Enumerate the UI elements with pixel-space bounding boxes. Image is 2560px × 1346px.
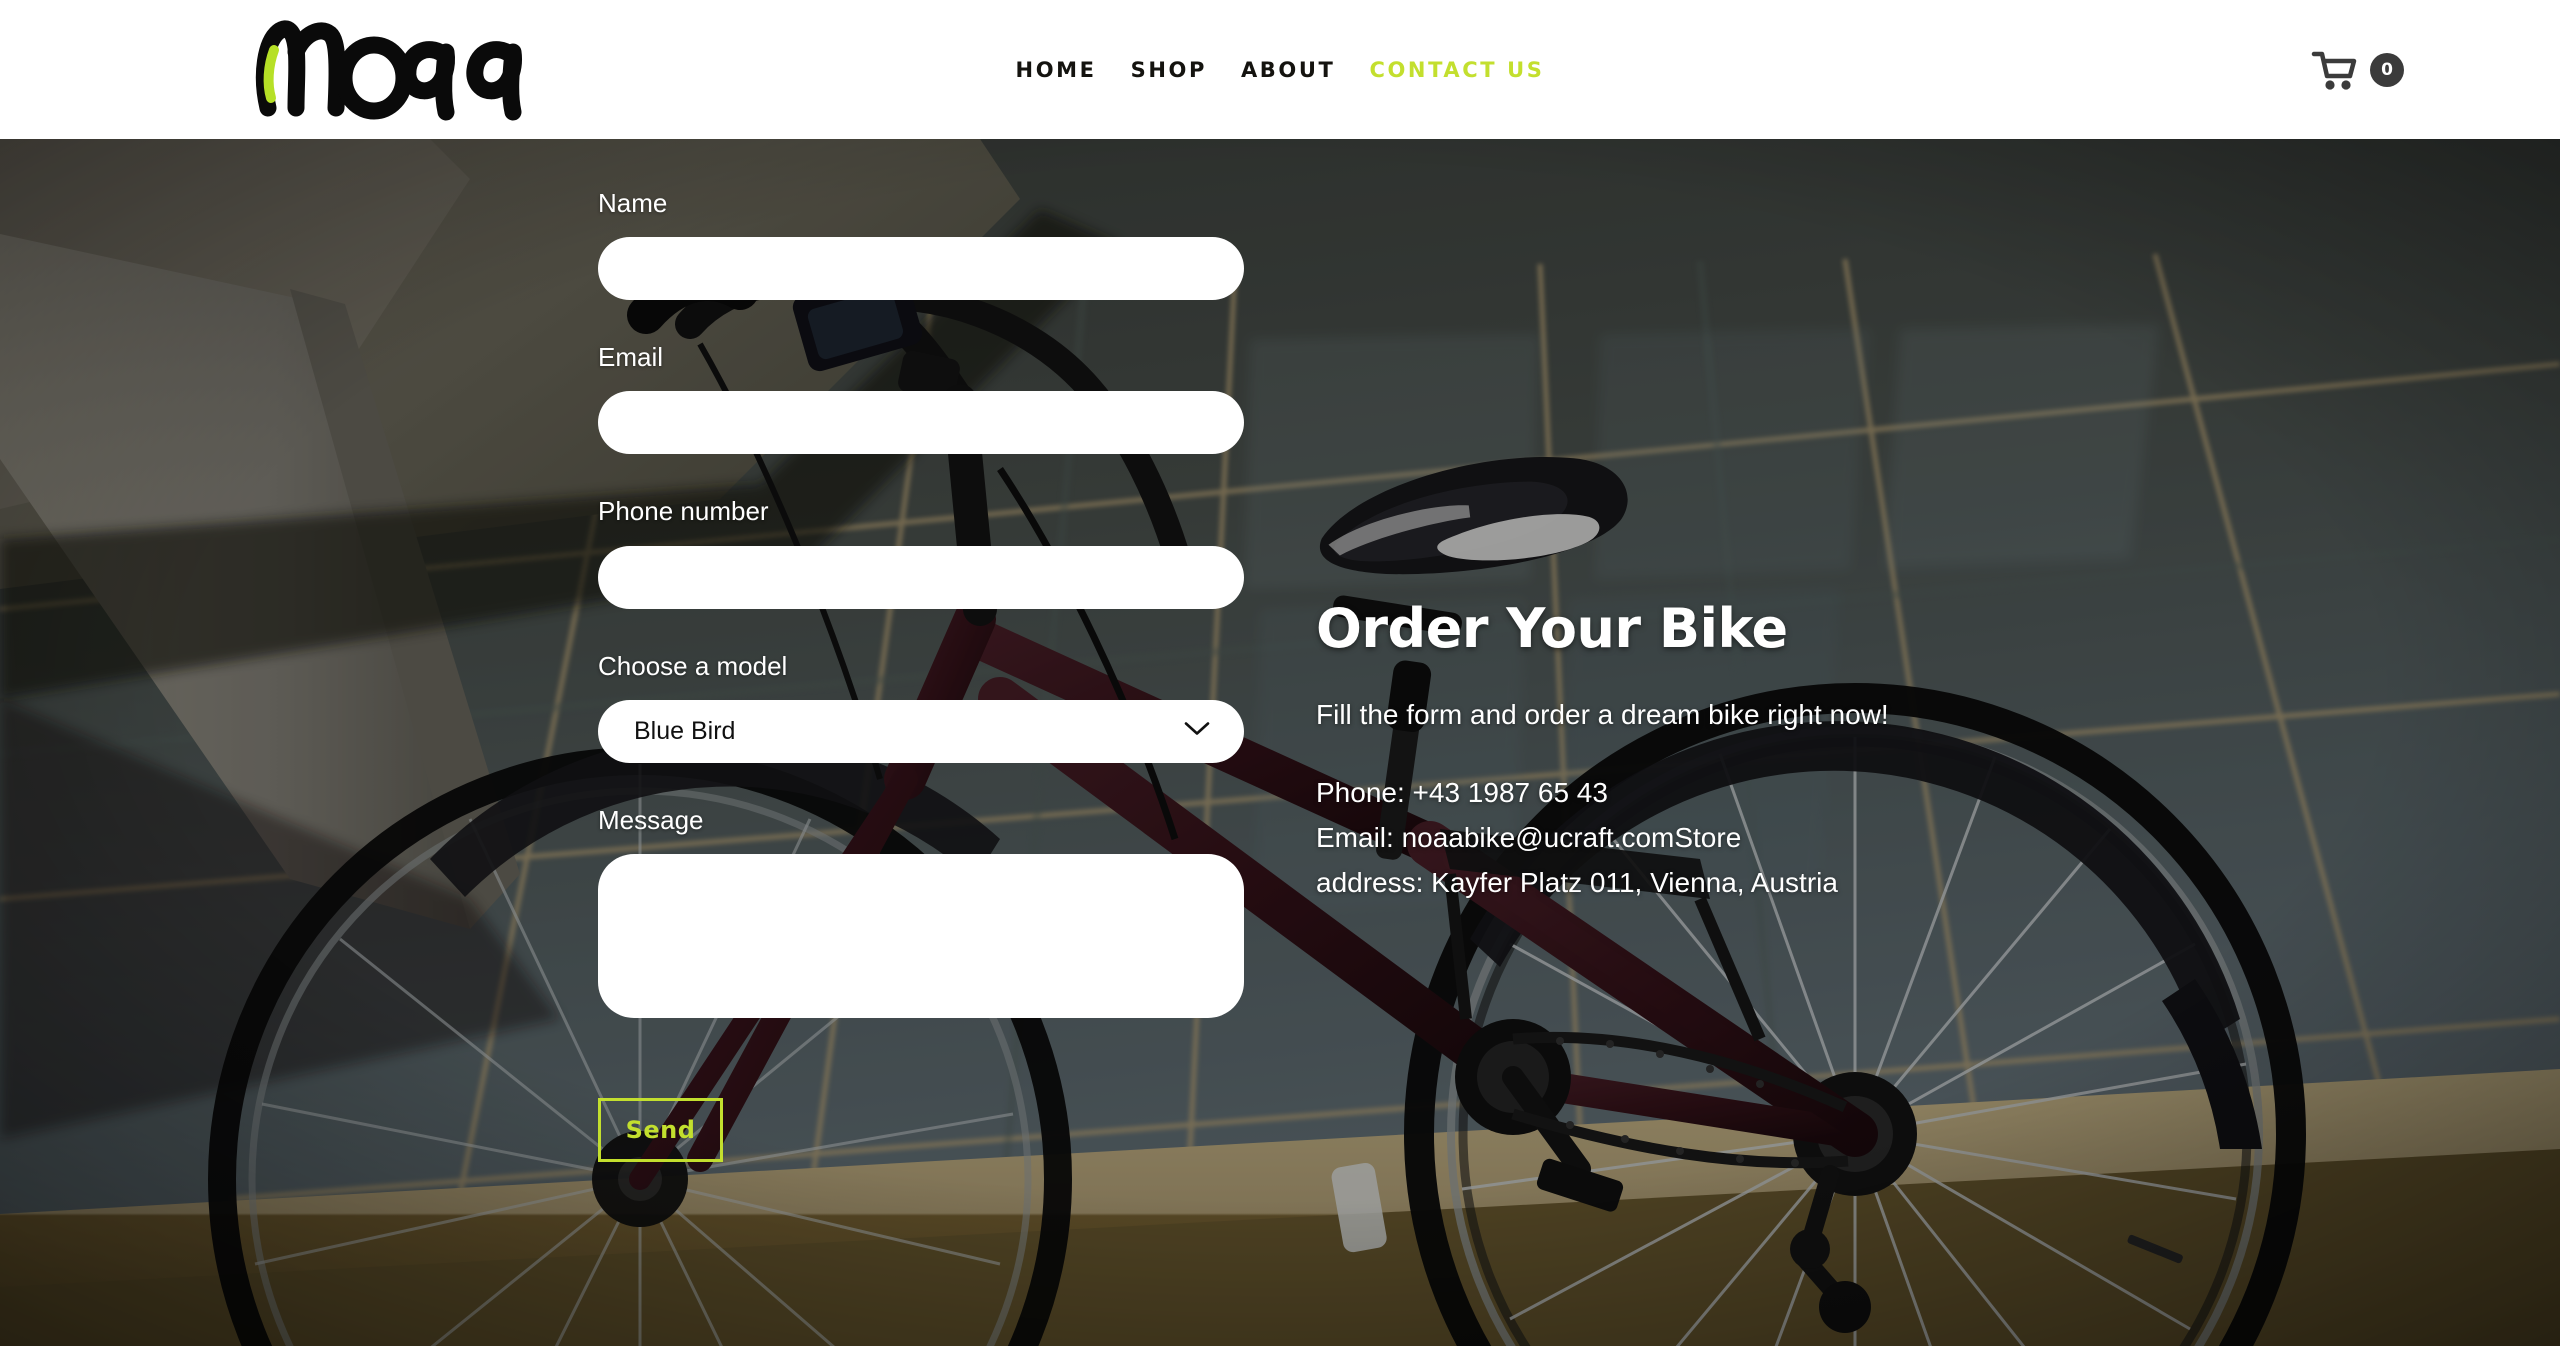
contact-email: Email: noaabike@ucraft.comStore (1316, 822, 1742, 854)
field-group-message: Message (598, 805, 1244, 1018)
name-input[interactable] (598, 237, 1244, 301)
message-label: Message (598, 804, 704, 835)
cart-button[interactable]: 0 (2311, 49, 2404, 91)
contact-details: Phone: +43 1987 65 43 Email: noaabike@uc… (1316, 771, 2076, 905)
brand-logo[interactable] (238, 8, 538, 128)
order-info: Order Your Bike Fill the form and order … (1316, 597, 2076, 906)
nav-item-contact-us[interactable]: CONTACT US (1369, 58, 1544, 82)
nav-item-about[interactable]: ABOUT (1241, 58, 1336, 82)
phone-input[interactable] (598, 545, 1244, 609)
model-select[interactable]: Blue Bird (598, 699, 1244, 763)
noaa-wordmark-icon (255, 20, 522, 121)
bicycle-photo (0, 139, 2560, 1346)
name-label: Name (598, 188, 668, 218)
contact-page: HOME SHOP ABOUT CONTACT US 0 Name Email … (0, 0, 2560, 1346)
site-header: HOME SHOP ABOUT CONTACT US 0 (0, 0, 2560, 139)
page-title: Order Your Bike (1316, 597, 1788, 660)
cart-count-badge: 0 (2370, 52, 2404, 87)
field-group-model: Choose a model Blue Bird (598, 651, 1244, 763)
send-button[interactable]: Send (598, 1097, 723, 1162)
contact-phone: Phone: +43 1987 65 43 (1316, 777, 1608, 809)
message-textarea[interactable] (598, 853, 1244, 1018)
email-label: Email (598, 342, 664, 373)
model-label: Choose a model (598, 650, 788, 681)
field-group-email: Email (598, 342, 1244, 455)
nav-item-shop[interactable]: SHOP (1131, 58, 1207, 82)
field-group-phone: Phone number (598, 496, 1244, 609)
nav-item-home[interactable]: HOME (1016, 58, 1097, 82)
model-select-wrap: Blue Bird (598, 699, 1244, 763)
order-form: Name Email Phone number Choose a model B… (598, 188, 1244, 1162)
hero-background (0, 139, 2560, 1346)
shopping-cart-icon (2311, 51, 2357, 90)
phone-label: Phone number (598, 496, 769, 527)
email-input[interactable] (598, 391, 1244, 455)
info-lead-text: Fill the form and order a dream bike rig… (1316, 698, 1889, 730)
contact-address: address: Kayfer Platz 011, Vienna, Austr… (1316, 867, 1838, 899)
field-group-name: Name (598, 188, 1244, 301)
